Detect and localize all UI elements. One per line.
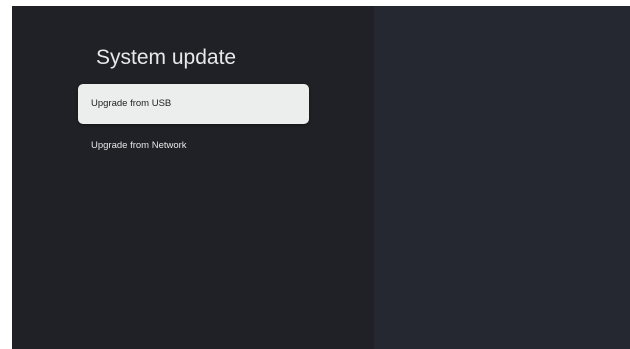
page-title: System update <box>96 46 237 69</box>
detail-panel <box>374 6 630 349</box>
settings-panel: System update Upgrade from USB Upgrade f… <box>12 6 374 349</box>
settings-menu: Upgrade from USB Upgrade from Network <box>78 84 309 168</box>
menu-item-upgrade-from-usb[interactable]: Upgrade from USB <box>78 84 309 124</box>
tv-settings-screen: System update Upgrade from USB Upgrade f… <box>12 6 630 349</box>
menu-item-upgrade-from-network[interactable]: Upgrade from Network <box>78 126 309 166</box>
